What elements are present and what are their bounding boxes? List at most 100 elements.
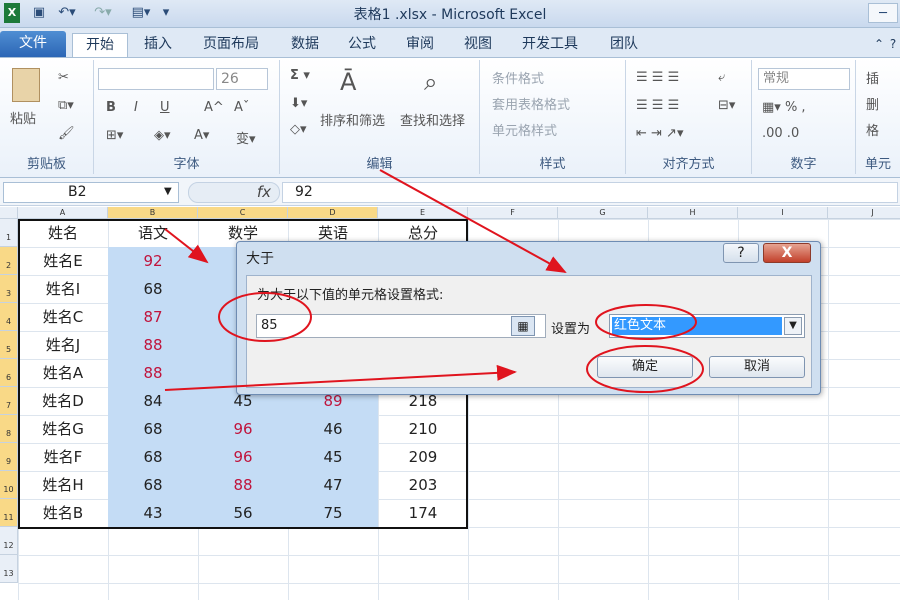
- name-box-dropdown-icon[interactable]: ▼: [164, 186, 172, 197]
- row-header-13[interactable]: 13: [0, 555, 18, 583]
- currency-icon[interactable]: ▦▾ % ,: [762, 100, 806, 115]
- column-header-A[interactable]: A: [18, 207, 108, 219]
- dialog-close-button[interactable]: X: [763, 243, 811, 263]
- font-size-box[interactable]: 26: [216, 68, 268, 90]
- row-header-4[interactable]: 4: [0, 303, 18, 331]
- cell-styles-button[interactable]: 单元格样式: [492, 120, 557, 139]
- name-box[interactable]: B2: [3, 182, 179, 203]
- border-icon[interactable]: ⊞▾: [106, 128, 123, 143]
- help-icon[interactable]: ?: [888, 33, 898, 57]
- number-group: 常规 ▦▾ % , .00 .0 数字: [752, 60, 856, 174]
- merge-icon[interactable]: ⊟▾: [718, 98, 735, 113]
- row-header-3[interactable]: 3: [0, 275, 18, 303]
- top-align-icon[interactable]: ☰ ☰ ☰: [636, 70, 679, 85]
- font-color-icon[interactable]: A▾: [194, 128, 209, 143]
- tab-team[interactable]: 团队: [600, 33, 648, 57]
- format-painter-icon[interactable]: 🖌: [58, 126, 75, 141]
- column-header-C[interactable]: C: [198, 207, 288, 219]
- font-name-box[interactable]: [98, 68, 214, 90]
- wrap-text-icon[interactable]: ⤶: [718, 70, 725, 85]
- format-as-table-button[interactable]: 套用表格格式: [492, 94, 570, 113]
- row-header-10[interactable]: 10: [0, 471, 18, 499]
- grow-font-icon[interactable]: A^: [204, 100, 224, 115]
- row-header-12[interactable]: 12: [0, 527, 18, 555]
- delete-cells-button[interactable]: 删: [866, 94, 879, 113]
- column-header-I[interactable]: I: [738, 207, 828, 219]
- formula-bar: B2 ▼ fx 92: [0, 178, 900, 206]
- row-header-11[interactable]: 11: [0, 499, 18, 527]
- dialog-help-button[interactable]: ?: [723, 243, 759, 263]
- cells-group-label: 单元: [864, 157, 891, 172]
- tab-file[interactable]: 文件: [0, 31, 66, 57]
- column-header-H[interactable]: H: [648, 207, 738, 219]
- tab-home[interactable]: 开始: [72, 33, 128, 57]
- clipboard-group-label: 剪贴板: [26, 157, 66, 172]
- column-header-E[interactable]: E: [378, 207, 468, 219]
- number-format-box[interactable]: 常规: [758, 68, 850, 90]
- grid-line-h: [18, 583, 900, 584]
- bold-button[interactable]: B: [106, 100, 116, 115]
- column-header-J[interactable]: J: [828, 207, 900, 219]
- minimize-button[interactable]: ─: [868, 3, 898, 23]
- insert-cells-button[interactable]: 插: [866, 68, 879, 87]
- tab-page-layout[interactable]: 页面布局: [193, 33, 269, 57]
- row-header-9[interactable]: 9: [0, 443, 18, 471]
- tab-insert[interactable]: 插入: [134, 33, 182, 57]
- tab-formulas[interactable]: 公式: [338, 33, 386, 57]
- row-header-5[interactable]: 5: [0, 331, 18, 359]
- sort-filter-button[interactable]: 排序和筛选: [320, 110, 385, 129]
- clear-icon[interactable]: ◇▾: [290, 122, 307, 137]
- column-header-F[interactable]: F: [468, 207, 558, 219]
- autosum-icon[interactable]: Σ ▾: [290, 68, 310, 83]
- indent-icon[interactable]: ⇤ ⇥ ↗▾: [636, 126, 683, 141]
- tab-view[interactable]: 视图: [454, 33, 502, 57]
- insert-function-button[interactable]: fx: [188, 182, 280, 203]
- font-group: 26 B I U A^ Aˇ ⊞▾ ◈▾ A▾ 变▾ 字体: [94, 60, 280, 174]
- fill-color-icon[interactable]: ◈▾: [154, 128, 171, 143]
- decimal-icon[interactable]: .00 .0: [762, 126, 799, 141]
- tab-review[interactable]: 审阅: [396, 33, 444, 57]
- format-select[interactable]: 红色文本 ▼: [609, 314, 805, 338]
- cancel-button[interactable]: 取消: [709, 356, 805, 378]
- cut-icon[interactable]: ✂: [58, 70, 69, 85]
- ribbon: 粘贴 ✂ ⧉▾ 🖌 剪贴板 26 B I U A^ Aˇ ⊞▾ ◈▾ A▾ 变▾…: [0, 58, 900, 178]
- clipboard-group: 粘贴 ✂ ⧉▾ 🖌 剪贴板: [0, 60, 94, 174]
- column-header-G[interactable]: G: [558, 207, 648, 219]
- dialog-title: 大于: [246, 251, 274, 267]
- ok-button[interactable]: 确定: [597, 356, 693, 378]
- select-all-corner[interactable]: [0, 207, 18, 219]
- sort-filter-icon[interactable]: Ᾱ: [340, 68, 356, 96]
- range-picker-icon[interactable]: ▦: [511, 316, 535, 336]
- left-align-icon[interactable]: ☰ ☰ ☰: [636, 98, 679, 113]
- row-header-8[interactable]: 8: [0, 415, 18, 443]
- ribbon-collapse-icon[interactable]: ⌃: [872, 33, 886, 57]
- format-dropdown-icon[interactable]: ▼: [784, 317, 802, 335]
- set-as-label: 设置为: [551, 322, 591, 337]
- cells-group: 插 删 格 单元: [856, 60, 900, 174]
- copy-icon[interactable]: ⧉▾: [58, 98, 74, 113]
- row-header-7[interactable]: 7: [0, 387, 18, 415]
- underline-button[interactable]: U: [160, 100, 170, 115]
- find-select-icon[interactable]: ⌕: [424, 68, 437, 96]
- formula-input[interactable]: 92: [282, 182, 898, 203]
- fill-icon[interactable]: ⬇▾: [290, 96, 307, 111]
- threshold-input[interactable]: 85: [256, 314, 546, 338]
- column-header-B[interactable]: B: [108, 207, 198, 219]
- styles-group-label: 样式: [539, 157, 566, 172]
- font-group-label: 字体: [173, 157, 200, 172]
- paste-button[interactable]: 粘贴: [10, 108, 36, 127]
- italic-button[interactable]: I: [134, 100, 138, 115]
- dialog-prompt: 为大于以下值的单元格设置格式:: [257, 288, 444, 303]
- row-header-6[interactable]: 6: [0, 359, 18, 387]
- find-select-button[interactable]: 查找和选择: [400, 110, 465, 129]
- paste-icon[interactable]: [12, 68, 40, 102]
- row-header-1[interactable]: 1: [0, 219, 18, 247]
- tab-data[interactable]: 数据: [281, 33, 329, 57]
- column-header-D[interactable]: D: [288, 207, 378, 219]
- phonetic-icon[interactable]: 变▾: [236, 128, 256, 147]
- format-cells-button[interactable]: 格: [866, 120, 879, 139]
- conditional-format-button[interactable]: 条件格式: [492, 68, 544, 87]
- shrink-font-icon[interactable]: Aˇ: [234, 100, 249, 115]
- tab-developer[interactable]: 开发工具: [512, 33, 588, 57]
- row-header-2[interactable]: 2: [0, 247, 18, 275]
